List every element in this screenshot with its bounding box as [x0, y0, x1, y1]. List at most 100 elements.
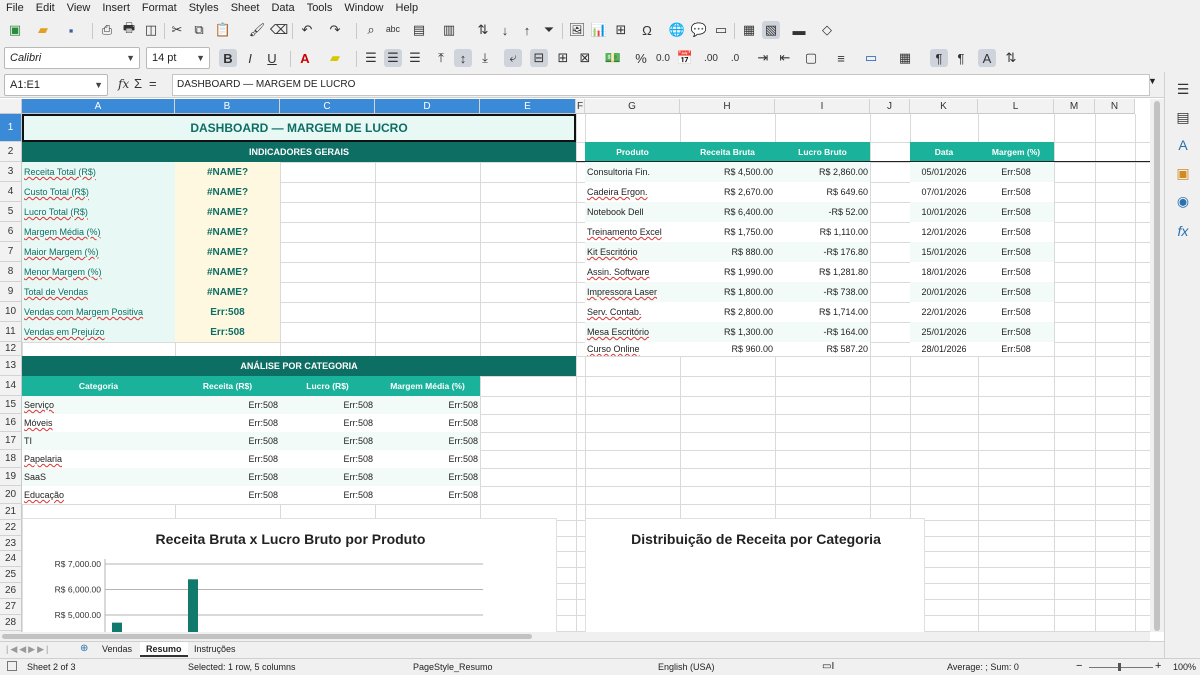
select-all-corner[interactable]: [0, 99, 22, 114]
category-name[interactable]: TI: [22, 432, 175, 450]
date-value[interactable]: 28/01/2026: [910, 342, 978, 356]
menu-styles[interactable]: Styles: [183, 0, 225, 17]
row-icon[interactable]: ▤: [410, 21, 428, 39]
product-receita[interactable]: R$ 880.00: [680, 242, 775, 262]
menu-format[interactable]: Format: [136, 0, 183, 17]
menu-icon[interactable]: ☰: [1174, 80, 1192, 98]
row-header-20[interactable]: 20: [0, 486, 22, 504]
column-header-c[interactable]: C: [280, 99, 375, 114]
row-header-15[interactable]: 15: [0, 396, 22, 414]
row-header-8[interactable]: 8: [0, 262, 22, 282]
indicator-label[interactable]: Total de Vendas: [22, 282, 175, 302]
date-value[interactable]: 15/01/2026: [910, 242, 978, 262]
clear-formatting-icon[interactable]: ⌫: [270, 21, 288, 39]
row-header-2[interactable]: 2: [0, 142, 22, 162]
special-character-icon[interactable]: Ω: [638, 21, 656, 39]
expand-formula-icon[interactable]: ▼: [1148, 76, 1157, 86]
align-right-icon[interactable]: ☰: [406, 49, 424, 67]
italic-icon[interactable]: I: [241, 49, 259, 67]
category-receita[interactable]: Err:508: [175, 432, 280, 450]
cut-icon[interactable]: ✂: [168, 21, 186, 39]
product-lucro[interactable]: -R$ 738.00: [775, 282, 870, 302]
row-header-3[interactable]: 3: [0, 162, 22, 182]
zoom-slider[interactable]: [1089, 667, 1153, 668]
sum-icon[interactable]: Σ: [134, 76, 142, 91]
product-name[interactable]: Notebook Dell: [585, 202, 680, 222]
vertical-scroll-thumb[interactable]: [1154, 101, 1160, 631]
hyperlink-icon[interactable]: 🌐: [668, 21, 686, 39]
save-icon[interactable]: ▪: [62, 21, 80, 39]
border-color-icon[interactable]: ▭: [862, 49, 880, 67]
column-header-n[interactable]: N: [1095, 99, 1135, 114]
horizontal-scrollbar[interactable]: [0, 632, 1150, 641]
bold-icon[interactable]: B: [219, 49, 237, 67]
split-window-icon[interactable]: ▬: [790, 21, 808, 39]
menu-data[interactable]: Data: [265, 0, 300, 17]
indicator-value[interactable]: Err:508: [175, 302, 280, 322]
pivot-table-icon[interactable]: ⊞: [612, 21, 630, 39]
product-receita[interactable]: R$ 2,670.00: [680, 182, 775, 202]
menu-tools[interactable]: Tools: [301, 0, 339, 17]
column-header-b[interactable]: B: [175, 99, 280, 114]
category-receita[interactable]: Err:508: [175, 486, 280, 504]
chevron-down-icon[interactable]: ▼: [196, 48, 205, 68]
font-name-box[interactable]: Calibri ▼: [4, 47, 140, 69]
row-header-10[interactable]: 10: [0, 302, 22, 322]
spreadsheet-grid[interactable]: ABCDEFGHIJKLMN 1 2 3 4 5 6 7 8 9 10 11 12 13 14 15 16 17…: [0, 99, 1150, 632]
category-name[interactable]: SaaS: [22, 468, 175, 486]
row-header-21[interactable]: 21: [0, 504, 22, 520]
border-style-icon[interactable]: ≡: [832, 49, 850, 67]
unmerge-cells-icon[interactable]: ⊠: [576, 49, 594, 67]
text-direction-icon[interactable]: ⇅: [1002, 49, 1020, 67]
date-margem[interactable]: Err:508: [978, 222, 1054, 242]
row-header-14[interactable]: 14: [0, 376, 22, 396]
menu-insert[interactable]: Insert: [96, 0, 136, 17]
zoom-in-icon[interactable]: +: [1155, 660, 1161, 672]
row-header-5[interactable]: 5: [0, 202, 22, 222]
highlight-color-icon[interactable]: ▰: [326, 49, 344, 67]
chevron-down-icon[interactable]: ▼: [94, 75, 103, 95]
date-value[interactable]: 12/01/2026: [910, 222, 978, 242]
status-language[interactable]: English (USA): [658, 662, 715, 672]
category-receita[interactable]: Err:508: [175, 450, 280, 468]
row-header-9[interactable]: 9: [0, 282, 22, 302]
row-header-7[interactable]: 7: [0, 242, 22, 262]
row-header-23[interactable]: 23: [0, 536, 22, 551]
column-header-j[interactable]: J: [870, 99, 910, 114]
category-receita[interactable]: Err:508: [175, 468, 280, 486]
product-column-header[interactable]: Produto: [585, 142, 680, 162]
product-name[interactable]: Serv. Contab.: [585, 302, 680, 322]
date-margem[interactable]: Err:508: [978, 322, 1054, 342]
indicator-value[interactable]: #NAME?: [175, 202, 280, 222]
product-lucro[interactable]: R$ 587.20: [775, 342, 870, 356]
category-margem[interactable]: Err:508: [375, 468, 480, 486]
increase-indent-icon[interactable]: ⇥: [754, 49, 772, 67]
category-column-header[interactable]: Receita (R$): [175, 376, 280, 396]
row-header-19[interactable]: 19: [0, 468, 22, 486]
product-name[interactable]: Kit Escritório: [585, 242, 680, 262]
category-receita[interactable]: Err:508: [175, 396, 280, 414]
functions-icon[interactable]: fx: [1174, 222, 1192, 240]
horizontal-scroll-thumb[interactable]: [2, 634, 532, 639]
vertical-text-icon[interactable]: A: [978, 49, 996, 67]
category-margem[interactable]: Err:508: [375, 432, 480, 450]
dashboard-title[interactable]: DASHBOARD — MARGEM DE LUCRO: [22, 114, 576, 142]
column-header-i[interactable]: I: [775, 99, 870, 114]
product-column-header[interactable]: Receita Bruta: [680, 142, 775, 162]
column-header-g[interactable]: G: [585, 99, 680, 114]
category-lucro[interactable]: Err:508: [280, 486, 375, 504]
image-icon[interactable]: 🖼: [568, 21, 586, 39]
open-folder-icon[interactable]: ▰: [34, 21, 52, 39]
indicator-value[interactable]: #NAME?: [175, 262, 280, 282]
status-page-style[interactable]: PageStyle_Resumo: [413, 662, 493, 672]
product-lucro[interactable]: -R$ 176.80: [775, 242, 870, 262]
sheet-tab-instruções[interactable]: Instruções: [188, 642, 242, 657]
conditional-format-icon[interactable]: ▦: [896, 49, 914, 67]
underline-icon[interactable]: U: [263, 49, 281, 67]
row-header-12[interactable]: 12: [0, 342, 22, 356]
row-header-28[interactable]: 28: [0, 615, 22, 631]
percent-format-icon[interactable]: %: [632, 49, 650, 67]
column-header-d[interactable]: D: [375, 99, 480, 114]
zoom-out-icon[interactable]: −: [1076, 660, 1082, 672]
clone-formatting-icon[interactable]: 🖌: [248, 21, 266, 39]
